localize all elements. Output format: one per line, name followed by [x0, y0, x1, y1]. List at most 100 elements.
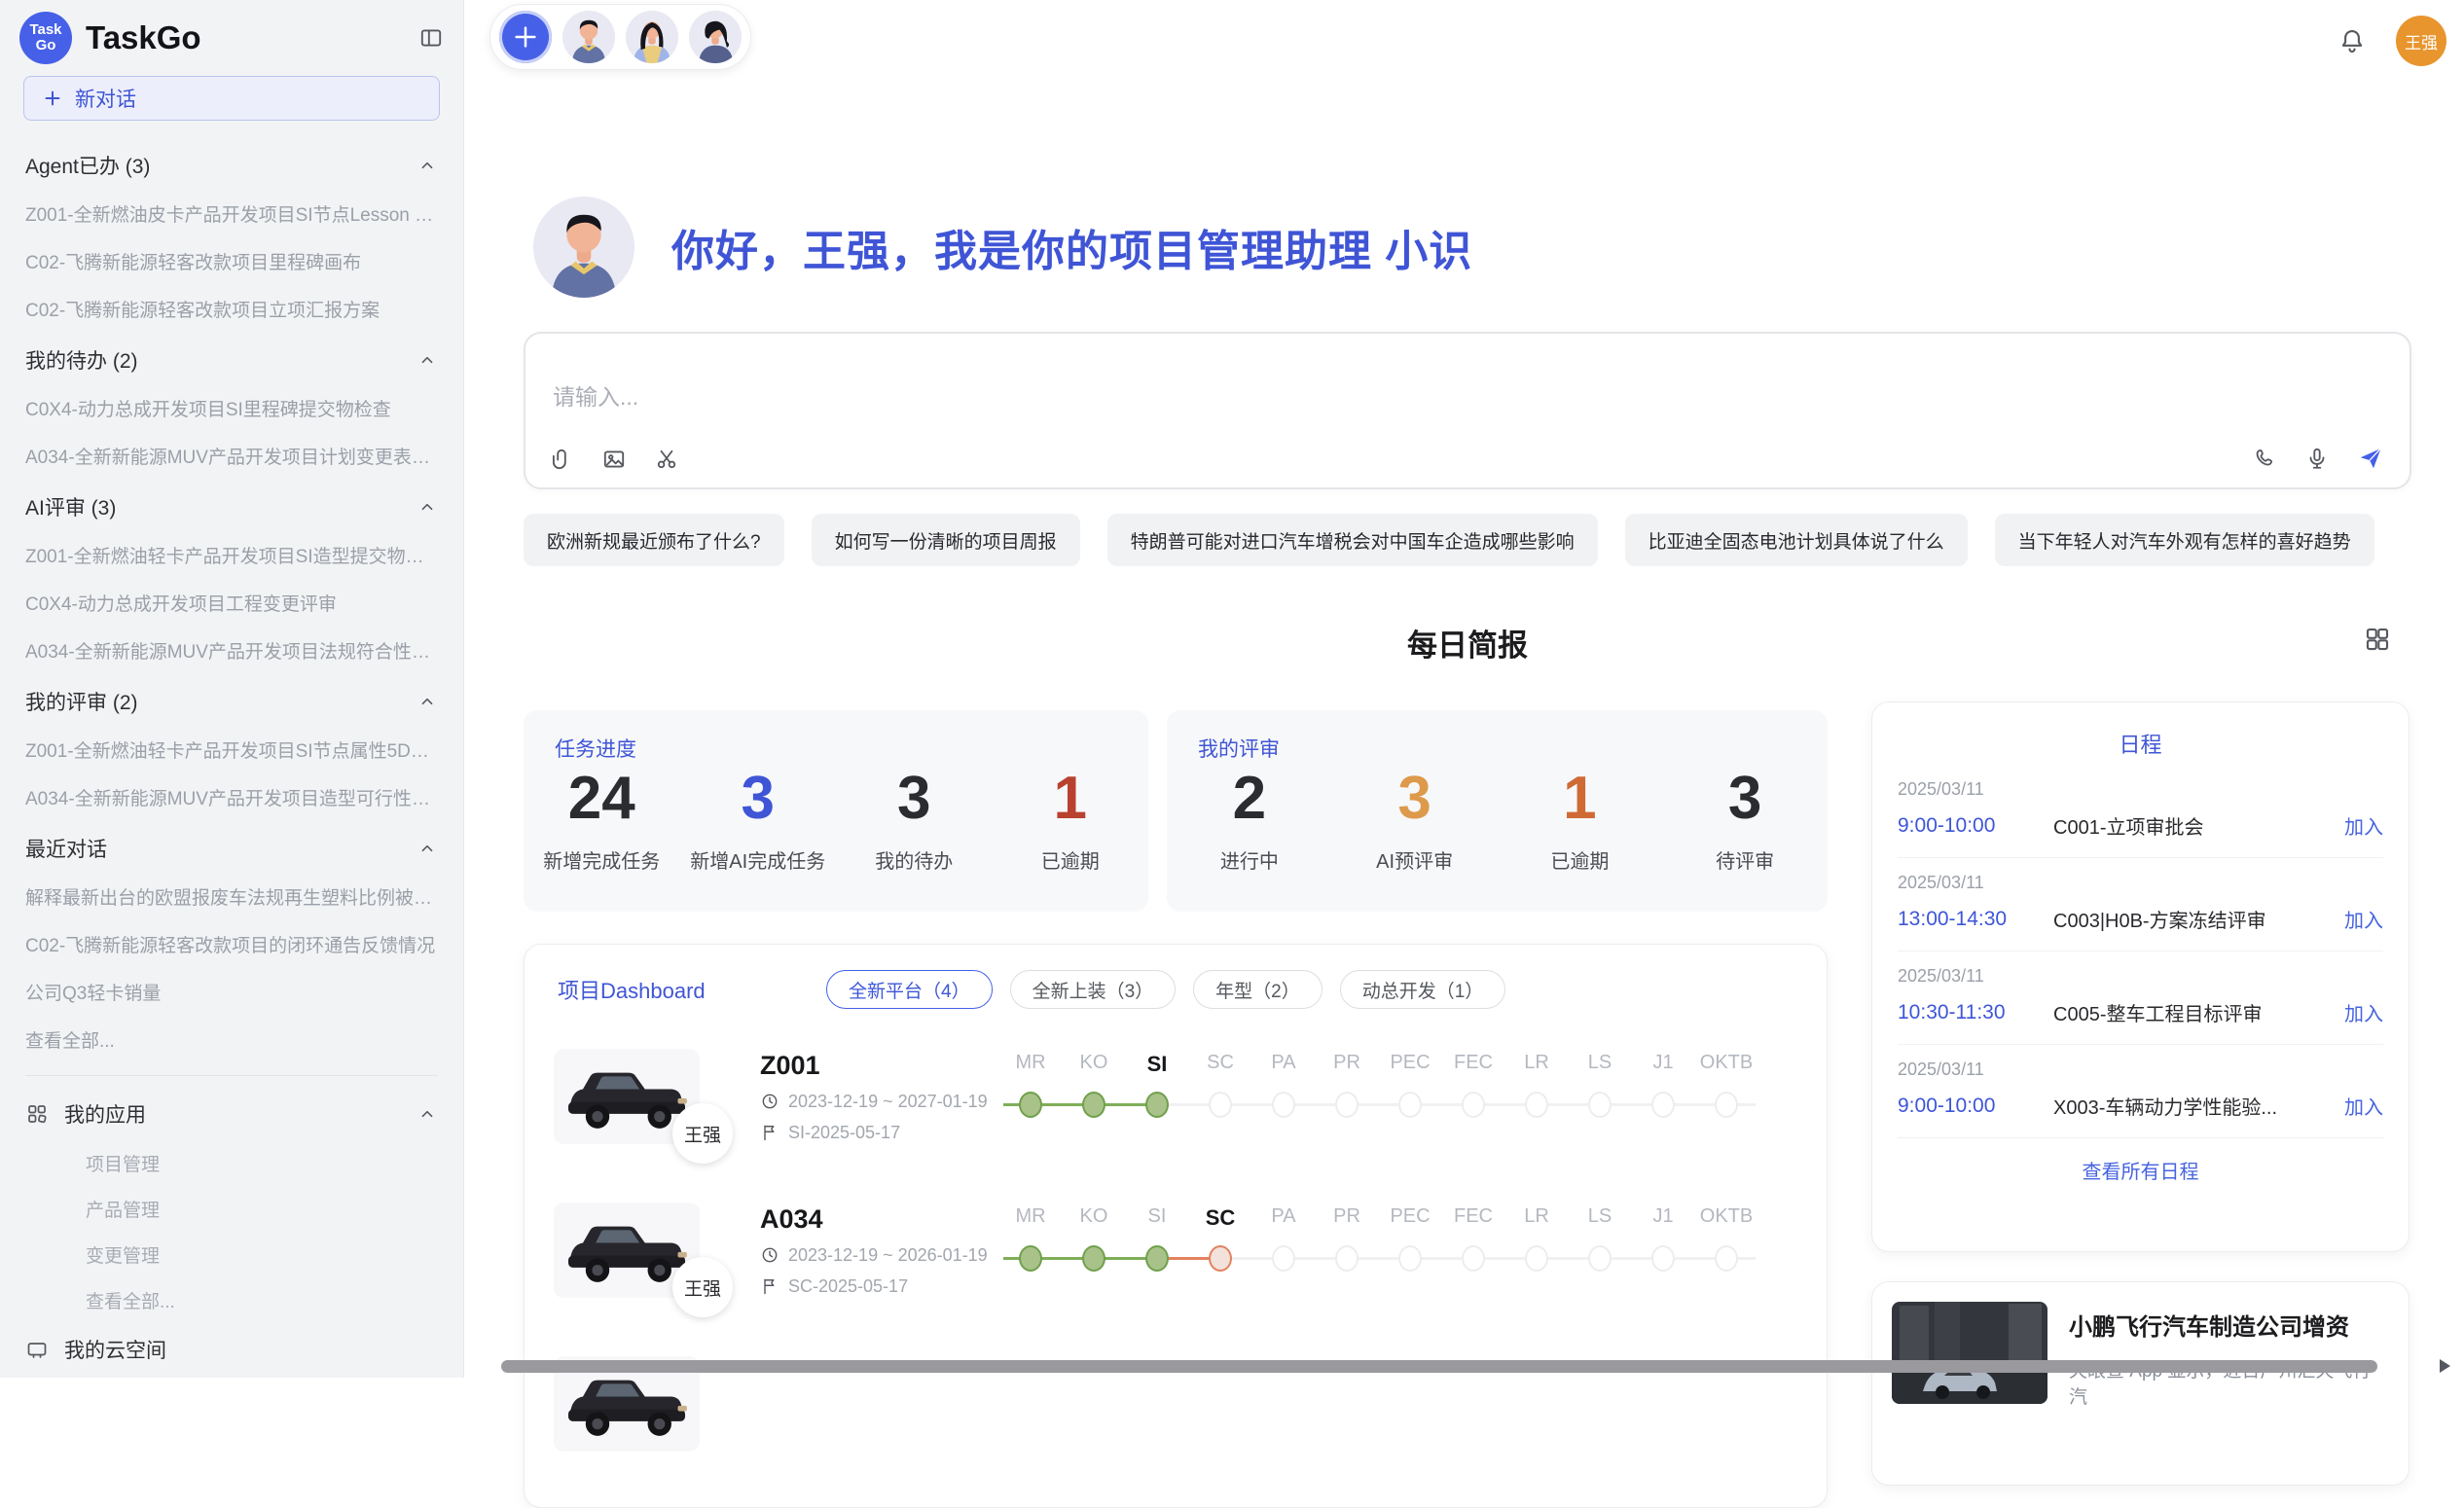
sidebar-section-header[interactable]: Agent已办 (3) [25, 138, 438, 190]
sidebar-section-header[interactable]: AI评审 (3) [25, 480, 438, 531]
schedule-item: 2025/03/1113:00-14:30C003|H0B-方案冻结评审加入 [1898, 858, 2383, 951]
add-agent-button[interactable] [499, 11, 552, 63]
milestone-node[interactable] [1335, 1245, 1359, 1272]
stat-value: 3 [1332, 767, 1498, 830]
milestone-node[interactable] [1588, 1092, 1612, 1118]
agent-avatar-3[interactable] [689, 11, 742, 63]
sidebar-item[interactable]: Z001-全新燃油轻卡产品开发项目SI造型提交物评审 [25, 531, 438, 579]
sidebar-item[interactable]: 解释最新出台的欧盟报废车法规再生塑料比例被调至15%... [25, 873, 438, 920]
milestone-node[interactable] [1651, 1092, 1675, 1118]
join-meeting-link[interactable]: 加入 [2344, 1092, 2383, 1120]
milestone-node[interactable] [1525, 1245, 1548, 1272]
sidebar-item[interactable]: 公司Q3轻卡销量 [25, 968, 438, 1016]
chat-input[interactable] [553, 384, 2110, 411]
suggestion-chip[interactable]: 如何写一份清晰的项目周报 [812, 514, 1080, 566]
user-avatar[interactable]: 王强 [2396, 16, 2446, 66]
milestone-node[interactable] [1462, 1092, 1485, 1118]
agent-avatar-2[interactable] [626, 11, 678, 63]
news-card[interactable]: 小鹏飞行汽车制造公司增资 天眼查 App 显示，近日广州汇天飞行汽 [1871, 1281, 2410, 1486]
attachment-icon[interactable] [549, 447, 574, 472]
sidebar-item[interactable]: Z001-全新燃油皮卡产品开发项目SI节点Lesson Learn报告 [25, 190, 438, 237]
project-owner-badge[interactable]: 王强 [672, 1257, 733, 1317]
suggestion-chip[interactable]: 特朗普可能对进口汽车增税会对中国车企造成哪些影响 [1107, 514, 1598, 566]
new-chat-button[interactable]: 新对话 [23, 76, 440, 121]
milestone-node[interactable] [1209, 1245, 1232, 1272]
sidebar-section-title: 最近对话 [25, 834, 107, 863]
dashboard-tab[interactable]: 动总开发（1） [1340, 970, 1506, 1009]
microphone-icon[interactable] [2304, 446, 2330, 471]
project-row: 王强Z0012023-12-19 ~ 2027-01-19SI-2025-05-… [525, 1017, 1827, 1163]
image-upload-icon[interactable] [601, 447, 627, 472]
milestone-node[interactable] [1335, 1092, 1359, 1118]
sidebar-item[interactable]: C0X4-动力总成开发项目工程变更评审 [25, 579, 438, 627]
sidebar-item[interactable]: 查看全部... [25, 1016, 438, 1063]
join-meeting-link[interactable]: 加入 [2344, 905, 2383, 933]
project-row [525, 1324, 1827, 1470]
scroll-right-arrow[interactable] [2440, 1359, 2450, 1373]
project-owner-badge[interactable]: 王强 [672, 1103, 733, 1164]
schedule-event-name: C001-立项审批会 [2053, 811, 2337, 840]
send-icon[interactable] [2357, 445, 2384, 472]
dashboard-tab[interactable]: 全新上装（3） [1010, 970, 1177, 1009]
milestone-node[interactable] [1209, 1092, 1232, 1118]
sidebar-item[interactable]: Z001-全新燃油轻卡产品开发项目SI节点属性5D文件评审 [25, 726, 438, 773]
milestone-node[interactable] [1019, 1245, 1042, 1272]
layout-grid-icon[interactable] [2363, 625, 2392, 654]
milestone-node[interactable] [1588, 1245, 1612, 1272]
sidebar-item-my-apps[interactable]: 我的应用 [25, 1088, 438, 1140]
milestone-node[interactable] [1715, 1245, 1738, 1272]
sidebar-item[interactable]: A034-全新新能源MUV产品开发项目计划变更表编写 [25, 432, 438, 480]
stat-row: 24新增完成任务3新增AI完成任务3我的待办1已逾期 [524, 767, 1148, 874]
sidebar-item[interactable]: C02-飞腾新能源轻客改款项目里程碑画布 [25, 237, 438, 285]
milestone-node[interactable] [1272, 1245, 1295, 1272]
suggestion-chip[interactable]: 比亚迪全固态电池计划具体说了什么 [1625, 514, 1968, 566]
milestone-node[interactable] [1145, 1092, 1169, 1118]
sidebar-section-header[interactable]: 我的评审 (2) [25, 674, 438, 726]
sidebar-item-cloud-space[interactable]: 我的云空间 [25, 1323, 438, 1376]
milestone-node[interactable] [1398, 1092, 1422, 1118]
message-composer [524, 332, 2411, 489]
cloud-space-icon [25, 1338, 49, 1361]
horizontal-scrollbar[interactable] [501, 1360, 2377, 1373]
collapse-sidebar-icon[interactable] [418, 25, 444, 51]
milestone-node[interactable] [1019, 1092, 1042, 1118]
sidebar-app-item[interactable]: 查看全部... [25, 1277, 438, 1323]
chevron-up-icon [417, 496, 438, 518]
sidebar-section-header[interactable]: 最近对话 [25, 821, 438, 873]
milestone-node[interactable] [1272, 1092, 1295, 1118]
sidebar-item[interactable]: A034-全新新能源MUV产品开发项目法规符合性评审 [25, 627, 438, 674]
milestone-node[interactable] [1082, 1092, 1105, 1118]
milestone-node[interactable] [1082, 1245, 1105, 1272]
schedule-row: 10:30-11:30C005-整车工程目标评审加入 [1898, 998, 2383, 1026]
view-all-schedule-link[interactable]: 查看所有日程 [1872, 1156, 2409, 1184]
screenshot-scissors-icon[interactable] [654, 447, 679, 472]
suggestion-chip[interactable]: 欧洲新规最近颁布了什么? [524, 514, 784, 566]
sidebar-item[interactable]: C02-飞腾新能源轻客改款项目立项汇报方案 [25, 285, 438, 333]
stat-card-title: 任务进度 [555, 734, 636, 763]
dashboard-tab[interactable]: 全新平台（4） [826, 970, 993, 1009]
join-meeting-link[interactable]: 加入 [2344, 811, 2383, 840]
agent-avatar-1[interactable] [562, 11, 615, 63]
milestone-node[interactable] [1398, 1245, 1422, 1272]
schedule-item: 2025/03/119:00-10:00C001-立项审批会加入 [1898, 765, 2383, 858]
milestone-node[interactable] [1651, 1245, 1675, 1272]
suggestion-chip[interactable]: 当下年轻人对汽车外观有怎样的喜好趋势 [1995, 514, 2374, 566]
stat-item: 3AI预评审 [1332, 767, 1498, 874]
join-meeting-link[interactable]: 加入 [2344, 998, 2383, 1026]
sidebar-item[interactable]: A034-全新新能源MUV产品开发项目造型可行性评审 [25, 773, 438, 821]
stat-value: 1 [993, 767, 1149, 830]
sidebar-app-item[interactable]: 产品管理 [25, 1186, 438, 1232]
stat-value: 24 [524, 767, 680, 830]
milestone-node[interactable] [1715, 1092, 1738, 1118]
notification-bell-icon[interactable] [2337, 26, 2367, 55]
sidebar-app-item[interactable]: 变更管理 [25, 1232, 438, 1277]
sidebar-item[interactable]: C0X4-动力总成开发项目SI里程碑提交物检查 [25, 384, 438, 432]
sidebar-app-item[interactable]: 项目管理 [25, 1140, 438, 1186]
sidebar-item[interactable]: C02-飞腾新能源轻客改款项目的闭环通告反馈情况 [25, 920, 438, 968]
milestone-node[interactable] [1145, 1245, 1169, 1272]
sidebar-section-header[interactable]: 我的待办 (2) [25, 333, 438, 384]
milestone-node[interactable] [1525, 1092, 1548, 1118]
voice-call-icon[interactable] [2252, 446, 2277, 471]
milestone-node[interactable] [1462, 1245, 1485, 1272]
dashboard-tab[interactable]: 年型（2） [1193, 970, 1323, 1009]
